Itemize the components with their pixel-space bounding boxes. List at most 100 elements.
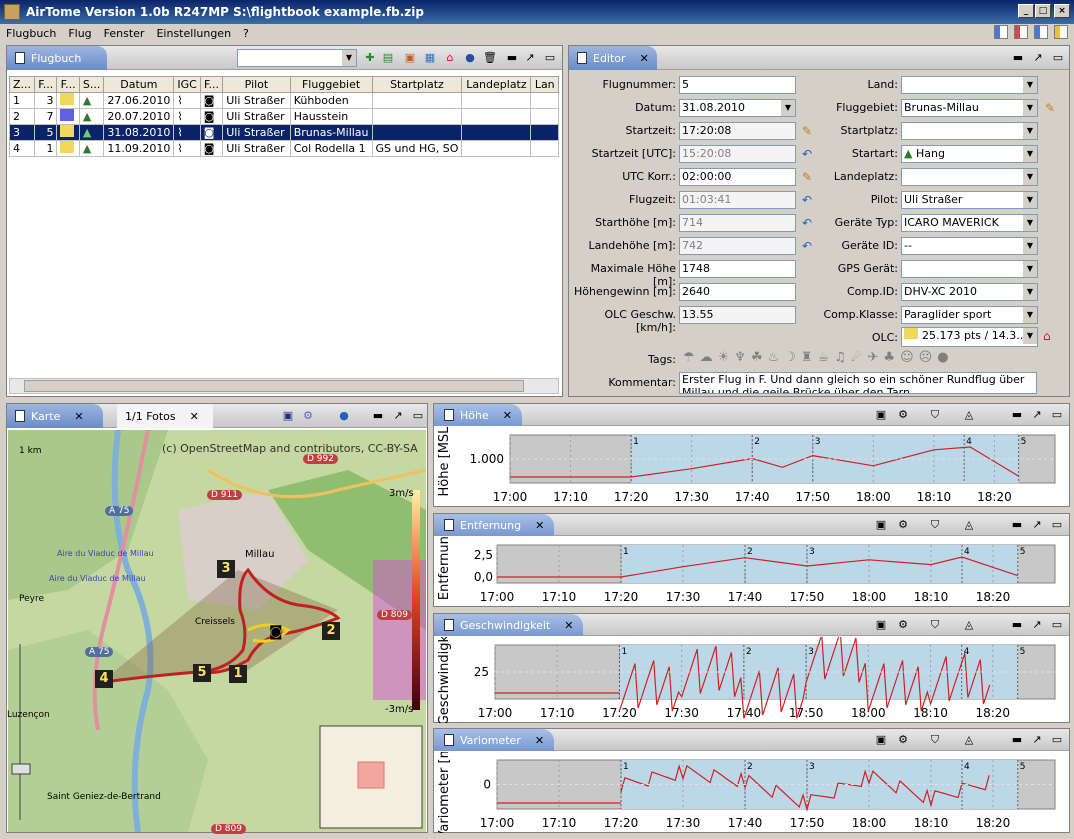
tab-chart[interactable]: Höhe ✕ [434,404,522,426]
startzeit-utc-field[interactable]: 15:20:08 [679,145,796,163]
olc-icon[interactable]: ⌂ [443,51,457,65]
chevron-down-icon[interactable]: ▼ [1022,100,1037,116]
new-flight-icon[interactable]: ✚ [363,51,377,65]
menu-fenster[interactable]: Fenster [104,27,145,40]
detach-view-icon[interactable]: ↗ [1030,733,1044,747]
gps-geraet-combo[interactable]: ▼ [901,260,1038,278]
waypoint-marker[interactable]: 4 [95,670,113,688]
close-button[interactable]: × [1054,4,1070,18]
menu-flug[interactable]: Flug [68,27,91,40]
save-icon[interactable]: ▣ [281,409,295,423]
tab-chart[interactable]: Variometer ✕ [434,729,555,751]
close-icon[interactable]: ✕ [190,410,199,423]
perspective-2-icon[interactable] [1014,25,1028,39]
col-header[interactable]: S... [78,76,105,93]
minimize-view-icon[interactable]: ▬ [1010,733,1024,747]
maximize-view-icon[interactable]: ▭ [1051,51,1065,65]
filter-icon[interactable]: ⛉ [928,618,942,632]
waypoint-marker[interactable]: 5 [193,664,211,682]
tab-chart[interactable]: Geschwindigkeit ✕ [434,614,584,636]
col-header[interactable]: Pilot [222,76,291,93]
detach-view-icon[interactable]: ↗ [1031,51,1045,65]
table-row[interactable]: 2 7 ▲ 20.07.2010 ⌇ ◙ Uli Straßer Hausste… [8,108,559,125]
chart-mode-icon[interactable]: ◬ [962,733,976,747]
detach-view-icon[interactable]: ↗ [523,51,537,65]
chart-mode-icon[interactable]: ◬ [962,408,976,422]
close-icon[interactable]: ✕ [535,519,544,532]
col-header[interactable]: F... [199,76,224,93]
table-row-selected[interactable]: 3 5 ▲ 31.08.2010 ⌇ ◙ Uli Straßer Brunas-… [8,124,559,141]
photo-icon[interactable]: ▣ [403,51,417,65]
maximize-view-icon[interactable]: ▭ [1050,618,1064,632]
chart-canvas[interactable]: 17:00 17:10 17:20 17:30 17:40 17:50 18:00 18:10… [434,752,1069,833]
minimize-view-icon[interactable]: ▬ [371,409,385,423]
minimize-view-icon[interactable]: ▬ [1010,618,1024,632]
chevron-down-icon[interactable]: ▼ [1022,123,1037,139]
perspective-4-icon[interactable] [1054,25,1068,39]
col-header[interactable]: Z... [8,76,36,93]
chevron-down-icon[interactable]: ▼ [1022,328,1037,344]
detach-view-icon[interactable]: ↗ [1030,618,1044,632]
chevron-down-icon[interactable]: ▼ [1022,192,1037,208]
geraete-typ-combo[interactable]: ICARO MAVERICK ▼ [901,214,1038,232]
col-header[interactable]: F... [56,76,80,93]
close-icon[interactable]: ✕ [564,619,573,632]
globe-icon[interactable]: ● [463,51,477,65]
horizontal-scrollbar[interactable] [9,378,559,394]
tab-editor[interactable]: Editor ✕ [569,46,657,70]
minimize-view-icon[interactable]: ▬ [1010,518,1024,532]
map-icon[interactable]: ▦ [423,51,437,65]
starthoehe-field[interactable]: 714 [679,214,796,232]
olc-upload-icon[interactable]: ⌂ [1043,329,1051,343]
perspective-1-icon[interactable] [994,25,1008,39]
chart-canvas[interactable]: 17:00 17:10 17:20 17:30 17:40 17:50 18:00 18:10… [434,637,1069,723]
chevron-down-icon[interactable]: ▼ [1022,146,1037,162]
save-icon[interactable]: ▣ [874,733,888,747]
wand-icon[interactable]: ✎ [1045,101,1055,115]
settings-icon[interactable]: ⚙ [896,733,910,747]
save-icon[interactable]: ▣ [874,408,888,422]
filter-icon[interactable]: ⛉ [928,408,942,422]
pilot-combo[interactable]: Uli Straßer ▼ [901,191,1038,209]
chevron-down-icon[interactable]: ▼ [1022,238,1037,254]
flugzeit-field[interactable]: 01:03:41 [679,191,796,209]
chevron-down-icon[interactable]: ▼ [780,100,795,116]
camera-icon[interactable]: ◙ [269,624,283,640]
tab-fotos[interactable]: 1/1 Fotos ✕ [117,404,213,428]
tab-chart[interactable]: Entfernung ✕ [434,514,555,536]
waypoint-marker[interactable]: 3 [217,560,235,578]
comp-klasse-combo[interactable]: Paraglider sport ▼ [901,306,1038,324]
chevron-down-icon[interactable]: ▼ [1022,169,1037,185]
chart-canvas[interactable]: 17:00 17:10 17:20 17:30 17:40 17:50 18:00 18:10… [434,427,1069,507]
settings-icon[interactable]: ⚙ [896,408,910,422]
minimize-view-icon[interactable]: ▬ [505,51,519,65]
close-icon[interactable]: ✕ [535,734,544,747]
landeplatz-combo[interactable]: ▼ [901,168,1038,186]
settings-icon[interactable]: ⚙ [896,618,910,632]
col-header[interactable]: Datum [103,76,175,93]
perspective-3-icon[interactable] [1034,25,1048,39]
close-icon[interactable]: ✕ [74,410,83,423]
minimize-view-icon[interactable]: ▬ [1010,408,1024,422]
chevron-down-icon[interactable]: ▼ [1022,77,1037,93]
table-row[interactable]: 1 3 ▲ 27.06.2010 ⌇ ◙ Uli Straßer Kühbode… [8,92,559,109]
col-header[interactable]: Startplatz [371,76,463,93]
geraete-id-combo[interactable]: -- ▼ [901,237,1038,255]
chart-mode-icon[interactable]: ◬ [962,618,976,632]
tab-flugbuch[interactable]: Flugbuch [7,46,107,70]
detach-view-icon[interactable]: ↗ [391,409,405,423]
comp-id-combo[interactable]: DHV-XC 2010 ▼ [901,283,1038,301]
maximize-view-icon[interactable]: ▭ [411,409,425,423]
maximize-view-icon[interactable]: ▭ [1050,733,1064,747]
table-row[interactable]: 4 1 ▲ 11.09.2010 ⌇ ◙ Uli Straßer Col Rod… [8,140,559,157]
flugbuch-filter-combo[interactable]: ▼ [237,49,357,67]
startart-combo[interactable]: ▲ Hang ▼ [901,145,1038,163]
save-icon[interactable]: ▣ [874,618,888,632]
maximize-view-icon[interactable]: ▭ [1050,518,1064,532]
max-hoehe-field[interactable]: 1748 [679,260,796,278]
chevron-down-icon[interactable]: ▼ [1022,307,1037,323]
chart-mode-icon[interactable]: ◬ [962,518,976,532]
chevron-down-icon[interactable]: ▼ [1022,215,1037,231]
maximize-button[interactable]: □ [1035,4,1051,18]
col-header[interactable]: Landeplatz [461,76,532,93]
